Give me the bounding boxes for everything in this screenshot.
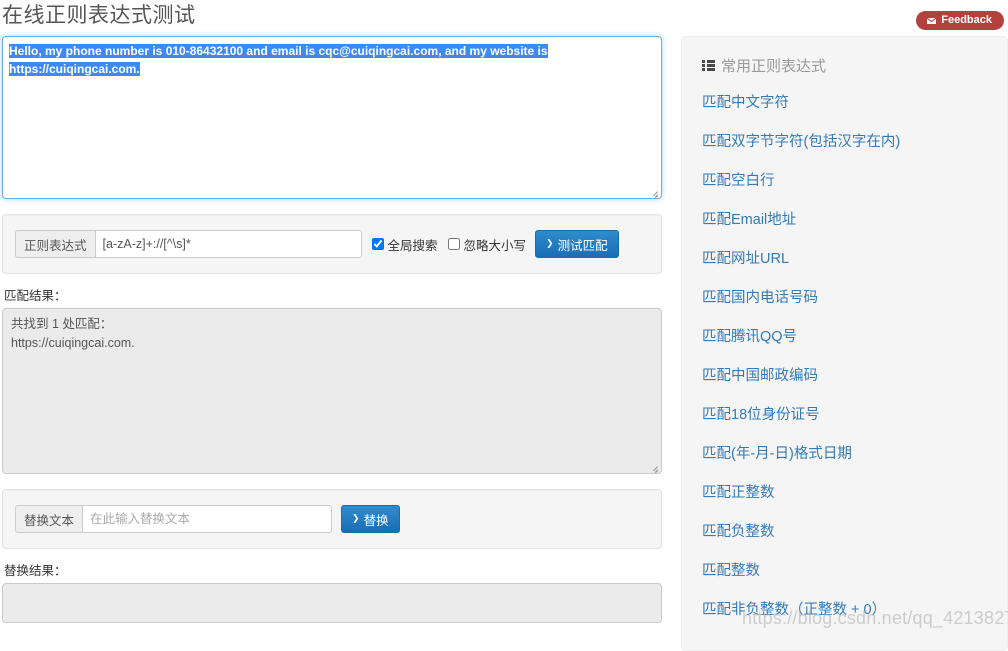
- replace-form-panel: 替换文本 ❯ 替换: [2, 489, 662, 549]
- sidebar-item-date-format[interactable]: 匹配(年-月-日)格式日期: [702, 445, 987, 463]
- list-icon: [702, 60, 715, 71]
- match-result-line-2: https://cuiqingcai.com.: [11, 336, 135, 350]
- chevron-down-icon: ❯: [352, 512, 360, 523]
- sidebar-item-positive-integer[interactable]: 匹配正整数: [702, 484, 987, 502]
- sidebar-item-qq-number[interactable]: 匹配腾讯QQ号: [702, 328, 987, 346]
- sidebar-item-non-negative-integer[interactable]: 匹配非负整数（正整数 + 0）: [702, 601, 987, 619]
- chevron-down-icon: ❯: [546, 237, 554, 248]
- replace-result-output[interactable]: [2, 583, 662, 623]
- global-search-label: 全局搜索: [387, 238, 438, 253]
- sidebar-item-blank-lines[interactable]: 匹配空白行: [702, 172, 987, 190]
- global-search-checkbox[interactable]: [371, 238, 384, 250]
- replace-button[interactable]: ❯ 替换: [341, 505, 400, 533]
- replace-form: 替换文本 ❯ 替换: [15, 505, 649, 533]
- source-text-input[interactable]: Hello, my phone number is 010-86432100 a…: [2, 36, 662, 199]
- sidebar-item-double-byte-chars[interactable]: 匹配双字节字符(包括汉字在内): [702, 133, 987, 151]
- feedback-label: Feedback: [941, 14, 992, 26]
- feedback-button[interactable]: Feedback: [916, 11, 1004, 30]
- match-result-resize-handle[interactable]: [647, 460, 659, 473]
- sidebar-item-url[interactable]: 匹配网址URL: [702, 250, 987, 268]
- ignore-case-label: 忽略大小写: [463, 238, 527, 253]
- textarea-resize-handle[interactable]: [647, 185, 659, 198]
- ignore-case-checkbox-wrap[interactable]: 忽略大小写: [447, 235, 527, 254]
- main-column: Hello, my phone number is 010-86432100 a…: [2, 36, 664, 623]
- regex-input[interactable]: [94, 230, 362, 258]
- page-title: 在线正则表达式测试: [2, 4, 196, 27]
- regex-input-group: 正则表达式: [15, 230, 362, 258]
- regex-form: 正则表达式 全局搜索 忽略大小写 ❯ 测试匹配: [15, 230, 649, 258]
- test-match-button[interactable]: ❯ 测试匹配: [535, 230, 619, 258]
- common-regex-sidebar: 常用正则表达式 匹配中文字符 匹配双字节字符(包括汉字在内) 匹配空白行 匹配E…: [681, 36, 1008, 651]
- sidebar-header: 常用正则表达式: [702, 55, 987, 76]
- source-text-value: Hello, my phone number is 010-86432100 a…: [9, 44, 548, 76]
- replace-text-input[interactable]: [82, 505, 333, 533]
- regex-form-panel: 正则表达式 全局搜索 忽略大小写 ❯ 测试匹配: [2, 214, 662, 274]
- replace-input-label: 替换文本: [15, 505, 83, 533]
- sidebar-item-email[interactable]: 匹配Email地址: [702, 211, 987, 229]
- sidebar-column: 常用正则表达式 匹配中文字符 匹配双字节字符(包括汉字在内) 匹配空白行 匹配E…: [681, 36, 1008, 651]
- sidebar-item-chinese-chars[interactable]: 匹配中文字符: [702, 94, 987, 112]
- sidebar-item-domestic-phone[interactable]: 匹配国内电话号码: [702, 289, 987, 307]
- sidebar-header-label: 常用正则表达式: [721, 58, 827, 75]
- sidebar-item-negative-integer[interactable]: 匹配负整数: [702, 523, 987, 541]
- sidebar-item-id-card[interactable]: 匹配18位身份证号: [702, 406, 987, 424]
- replace-button-label: 替换: [363, 513, 389, 528]
- replace-result-label: 替换结果：: [4, 564, 67, 578]
- regex-input-label: 正则表达式: [15, 230, 95, 258]
- envelope-icon: [926, 16, 938, 25]
- match-result-label: 匹配结果：: [4, 289, 67, 303]
- sidebar-item-postal-code[interactable]: 匹配中国邮政编码: [702, 367, 987, 385]
- global-search-checkbox-wrap[interactable]: 全局搜索: [371, 235, 438, 254]
- replace-input-group: 替换文本: [15, 505, 333, 533]
- test-match-label: 测试匹配: [557, 238, 608, 253]
- ignore-case-checkbox[interactable]: [447, 238, 460, 250]
- sidebar-item-integer[interactable]: 匹配整数: [702, 562, 987, 580]
- match-result-output[interactable]: 共找到 1 处匹配： https://cuiqingcai.com.: [2, 308, 662, 474]
- match-result-line-1: 共找到 1 处匹配：: [11, 317, 113, 331]
